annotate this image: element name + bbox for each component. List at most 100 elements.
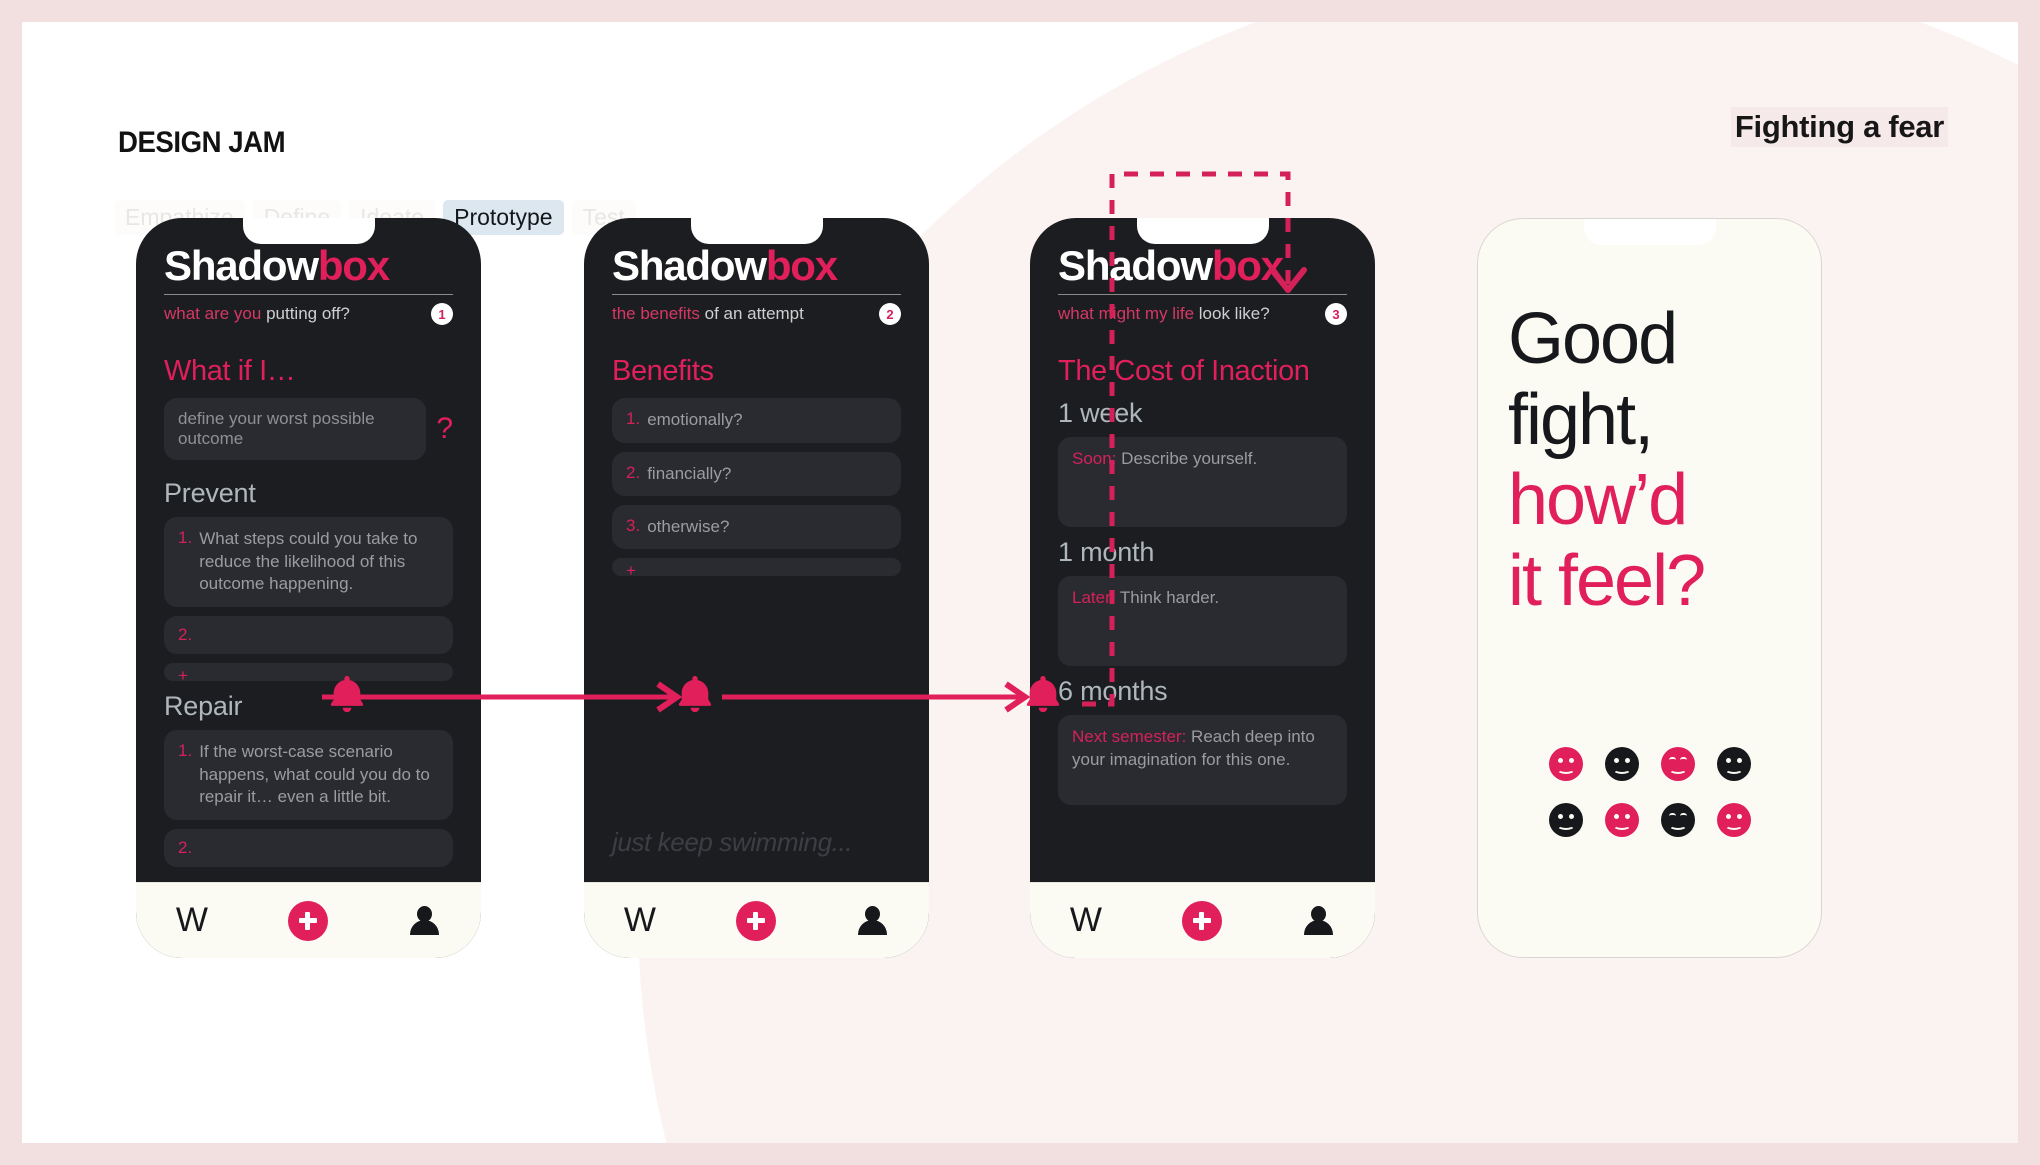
step-badge-1: 1: [431, 303, 453, 326]
phone-notch: [1583, 219, 1716, 245]
outcome-headline: Good fight, how’d it feel?: [1508, 299, 1799, 622]
nav-w-button[interactable]: W: [624, 901, 656, 940]
subhead-emphasis: what are you: [164, 304, 262, 324]
benefit-item-2-number: 2.: [626, 462, 641, 482]
benefit-item-1-number: 1.: [626, 409, 641, 429]
smiley-face-icon[interactable]: [1548, 747, 1583, 781]
mouth-smile: [1556, 765, 1575, 774]
prevent-item-1[interactable]: 1. What steps could you take to reduce t…: [164, 517, 453, 608]
mouth-smile: [1612, 765, 1631, 774]
help-icon[interactable]: ?: [436, 414, 453, 444]
smiley-face-icon[interactable]: [1604, 747, 1639, 781]
smiley-face-icon[interactable]: [1716, 747, 1751, 781]
benefit-item-1-text: emotionally?: [647, 410, 743, 430]
brand-divider: [1058, 294, 1347, 296]
brand-divider: [164, 294, 453, 296]
benefit-item-2[interactable]: 2. financially?: [612, 451, 901, 496]
screen-3-subhead-row: what might my life look like? 3: [1058, 303, 1347, 326]
timeline-entry-2-lead: Later:: [1072, 588, 1116, 608]
screen-1-subhead: what are you putting off?: [164, 304, 350, 324]
screen-3-section-title: The Cost of Inaction: [1058, 355, 1310, 388]
smiley-face-icon[interactable]: [1716, 803, 1751, 837]
screen-2-footer-note: just keep swimming...: [612, 827, 853, 857]
bell-icon[interactable]: [1024, 674, 1062, 714]
subhead-emphasis: what might my life: [1058, 304, 1195, 324]
repair-item-1[interactable]: 1. If the worst-case scenario happens, w…: [164, 730, 453, 821]
app-brand: Shadowbox: [612, 242, 901, 289]
benefit-item-3-number: 3.: [626, 515, 641, 535]
subhead-rest: putting off?: [261, 304, 350, 324]
eye-right: [1568, 814, 1574, 819]
nav-profile-icon[interactable]: [855, 904, 889, 938]
brand-part-1: Shadow: [612, 242, 767, 289]
brand-part-2: box: [1211, 242, 1284, 289]
timeline-entry-3[interactable]: Next semester: Reach deep into your imag…: [1058, 715, 1347, 806]
headline-line-2: fight,: [1508, 379, 1654, 460]
phone-screen-3: Shadowbox what might my life look like? …: [1030, 218, 1375, 958]
smiley-face-icon[interactable]: [1548, 803, 1583, 837]
benefit-item-2-text: financially?: [647, 463, 732, 483]
timeline-entry-2-text: Think harder.: [1115, 588, 1220, 608]
nav-add-icon[interactable]: [1181, 900, 1222, 941]
timeline-entry-3-lead: Next semester:: [1072, 727, 1187, 747]
prevent-item-2[interactable]: 2.: [164, 616, 453, 655]
eye-left-closed: [1668, 813, 1676, 816]
benefit-add-row[interactable]: +: [612, 558, 901, 577]
benefit-item-3[interactable]: 3. otherwise?: [612, 504, 901, 550]
nav-profile-icon[interactable]: [1301, 904, 1335, 938]
brand-part-2: box: [765, 242, 838, 289]
phone-screen-4: Good fight, how’d it feel?: [1477, 218, 1822, 958]
prevent-item-1-number: 1.: [178, 528, 193, 548]
headline-line-3: how’d: [1508, 460, 1688, 541]
timeline-entry-1[interactable]: Soon: Describe yourself.: [1058, 437, 1347, 528]
screen-1-subhead-row: what are you putting off? 1: [164, 303, 453, 326]
repair-item-2-number: 2.: [178, 838, 193, 858]
nav-w-button[interactable]: W: [1070, 901, 1102, 940]
bell-icon[interactable]: [328, 674, 366, 714]
deck-title: DESIGN JAM: [118, 126, 286, 159]
headline-line-1: Good: [1508, 299, 1678, 379]
mouth-smile: [1668, 765, 1687, 774]
eye-right: [1736, 814, 1742, 819]
slide-canvas: DESIGN JAM Fighting a fear Empathize Def…: [0, 0, 2040, 1165]
eye-left: [1725, 814, 1731, 819]
benefit-item-3-text: otherwise?: [647, 516, 730, 536]
worst-outcome-input[interactable]: define your worst possible outcome: [164, 398, 427, 461]
mouth-smile: [1612, 821, 1631, 830]
nav-w-button[interactable]: W: [176, 901, 208, 940]
nav-add-icon[interactable]: [735, 900, 776, 941]
app-brand: Shadowbox: [1058, 242, 1347, 289]
repair-item-2[interactable]: 2.: [164, 829, 453, 868]
eye-left: [1557, 758, 1563, 763]
timeline-entry-2[interactable]: Later: Think harder.: [1058, 576, 1347, 667]
repair-item-1-text: If the worst-case scenario happens, what…: [199, 742, 430, 806]
brand-divider: [612, 294, 901, 296]
eye-right-closed: [1679, 813, 1687, 816]
timeline-period-1: 1 week: [1058, 398, 1143, 429]
smiley-face-closed-eyes-icon[interactable]: [1660, 747, 1695, 781]
smiley-face-closed-eyes-icon[interactable]: [1660, 803, 1695, 837]
brand-part-1: Shadow: [164, 242, 319, 289]
app-brand: Shadowbox: [164, 242, 453, 289]
emoji-row-1: [1548, 747, 1751, 781]
prevent-group-title: Prevent: [164, 478, 256, 509]
timeline-entry-1-lead: Soon:: [1072, 449, 1117, 469]
screen-1-section-title: What if I…: [164, 355, 296, 388]
nav-profile-icon[interactable]: [407, 904, 441, 938]
prevent-add-row[interactable]: +: [164, 663, 453, 682]
smiley-face-icon[interactable]: [1604, 803, 1639, 837]
subhead-rest: look like?: [1194, 304, 1270, 324]
subhead-emphasis: the benefits: [612, 304, 700, 324]
brand-part-2: box: [317, 242, 390, 289]
screen-2-navbar: W: [584, 882, 929, 958]
nav-add-icon[interactable]: [287, 900, 328, 941]
screen-2-subhead-row: the benefits of an attempt 2: [612, 303, 901, 326]
subhead-rest: of an attempt: [699, 304, 804, 324]
eye-left: [1613, 758, 1619, 763]
eye-right: [1624, 814, 1630, 819]
timeline-entry-1-text: Describe yourself.: [1116, 449, 1258, 469]
bell-icon[interactable]: [676, 674, 714, 714]
step-badge-2: 2: [879, 303, 901, 326]
benefit-item-1[interactable]: 1. emotionally?: [612, 398, 901, 443]
worst-outcome-row: define your worst possible outcome ?: [164, 398, 453, 461]
